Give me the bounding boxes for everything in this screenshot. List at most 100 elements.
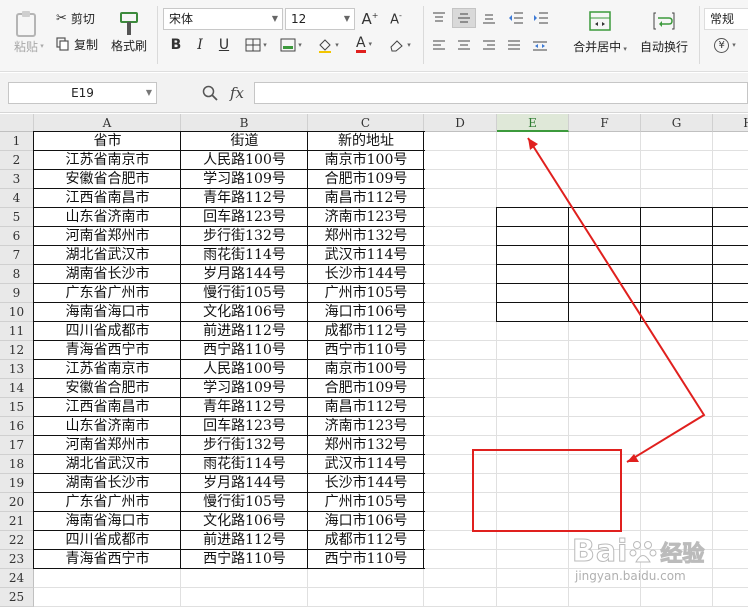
name-box[interactable]: E19 ▼: [8, 82, 157, 104]
empty-cell[interactable]: [641, 284, 712, 303]
empty-cell[interactable]: [497, 265, 568, 284]
column-header-g[interactable]: G: [641, 114, 713, 132]
empty-cell[interactable]: [641, 208, 712, 227]
table-cell[interactable]: 郑州市132号: [308, 227, 424, 246]
table-cell[interactable]: 河南省郑州市: [34, 227, 181, 246]
row-header[interactable]: 5: [0, 208, 34, 227]
table-header-cell[interactable]: 新的地址: [308, 132, 424, 151]
empty-cell[interactable]: [641, 265, 712, 284]
table-cell[interactable]: 江苏省南京市: [34, 360, 181, 379]
format-painter-button[interactable]: 格式刷: [108, 6, 150, 58]
table-cell[interactable]: 慢行街105号: [181, 284, 308, 303]
row-header[interactable]: 9: [0, 284, 34, 303]
column-header-d[interactable]: D: [424, 114, 497, 132]
table-cell[interactable]: 广州市105号: [308, 284, 424, 303]
select-all-corner[interactable]: [0, 114, 34, 132]
table-cell[interactable]: 文化路106号: [181, 303, 308, 322]
empty-cell[interactable]: [569, 208, 640, 227]
zoom-lookup-button[interactable]: [201, 83, 219, 103]
empty-cell[interactable]: [713, 265, 748, 284]
table-cell[interactable]: 学习路109号: [181, 379, 308, 398]
row-header[interactable]: 13: [0, 360, 34, 379]
table-cell[interactable]: 回车路123号: [181, 208, 308, 227]
table-cell[interactable]: 武汉市114号: [308, 246, 424, 265]
table-cell[interactable]: 江苏省南京市: [34, 151, 181, 170]
font-name-select[interactable]: 宋体 ▼: [163, 8, 283, 30]
table-cell[interactable]: 安徽省合肥市: [34, 379, 181, 398]
align-bottom-button[interactable]: [480, 10, 498, 26]
underline-button[interactable]: U: [215, 36, 233, 54]
table-cell[interactable]: 湖南省长沙市: [34, 474, 181, 493]
empty-cell[interactable]: [497, 208, 568, 227]
increase-font-button[interactable]: A+: [360, 8, 380, 30]
row-header[interactable]: 16: [0, 417, 34, 436]
empty-cell[interactable]: [497, 284, 568, 303]
row-header[interactable]: 11: [0, 322, 34, 341]
table-cell[interactable]: 海口市106号: [308, 512, 424, 531]
empty-cell[interactable]: [497, 303, 568, 322]
table-cell[interactable]: 南昌市112号: [308, 398, 424, 417]
table-cell[interactable]: 济南市123号: [308, 208, 424, 227]
table-cell[interactable]: 青海省西宁市: [34, 550, 181, 569]
font-color-button[interactable]: A ▾: [349, 34, 379, 54]
fill-color-button[interactable]: ▾: [313, 36, 343, 54]
empty-cell[interactable]: [713, 208, 748, 227]
table-cell[interactable]: 广州市105号: [308, 493, 424, 512]
table-cell[interactable]: 青年路112号: [181, 189, 308, 208]
table-cell[interactable]: 西宁市110号: [308, 341, 424, 360]
column-header-f[interactable]: F: [569, 114, 641, 132]
empty-cell[interactable]: [641, 246, 712, 265]
table-cell[interactable]: 岁月路144号: [181, 474, 308, 493]
row-header[interactable]: 23: [0, 550, 34, 569]
table-cell[interactable]: 青年路112号: [181, 398, 308, 417]
table-cell[interactable]: 长沙市144号: [308, 265, 424, 284]
align-top-button[interactable]: [430, 10, 448, 26]
row-header[interactable]: 14: [0, 379, 34, 398]
row-header[interactable]: 21: [0, 512, 34, 531]
empty-cell[interactable]: [569, 284, 640, 303]
table-cell[interactable]: 人民路100号: [181, 151, 308, 170]
table-header-cell[interactable]: 省市: [34, 132, 181, 151]
table-cell[interactable]: 江西省南昌市: [34, 398, 181, 417]
row-header[interactable]: 2: [0, 151, 34, 170]
row-header[interactable]: 25: [0, 588, 34, 607]
row-header[interactable]: 10: [0, 303, 34, 322]
table-cell[interactable]: 长沙市144号: [308, 474, 424, 493]
table-cell[interactable]: 西宁市110号: [308, 550, 424, 569]
table-cell[interactable]: 前进路112号: [181, 322, 308, 341]
align-middle-button[interactable]: [452, 8, 476, 28]
table-cell[interactable]: 湖北省武汉市: [34, 246, 181, 265]
table-cell[interactable]: 回车路123号: [181, 417, 308, 436]
table-cell[interactable]: 南京市100号: [308, 151, 424, 170]
table-cell[interactable]: 南京市100号: [308, 360, 424, 379]
table-cell[interactable]: 湖南省长沙市: [34, 265, 181, 284]
row-header[interactable]: 3: [0, 170, 34, 189]
align-right-button[interactable]: [480, 38, 498, 54]
spreadsheet-grid[interactable]: ABCDEFGH12345678910111213141516171819202…: [0, 114, 748, 608]
empty-cell[interactable]: [713, 246, 748, 265]
empty-cell[interactable]: [641, 227, 712, 246]
column-header-a[interactable]: A: [34, 114, 181, 132]
table-cell[interactable]: 步行街132号: [181, 436, 308, 455]
table-cell[interactable]: 前进路112号: [181, 531, 308, 550]
table-cell[interactable]: 西宁路110号: [181, 341, 308, 360]
formula-input[interactable]: [254, 82, 748, 104]
align-left-button[interactable]: [430, 38, 448, 54]
row-header[interactable]: 8: [0, 265, 34, 284]
row-header[interactable]: 6: [0, 227, 34, 246]
table-cell[interactable]: 西宁路110号: [181, 550, 308, 569]
table-cell[interactable]: 海南省海口市: [34, 303, 181, 322]
empty-cell[interactable]: [569, 303, 640, 322]
table-cell[interactable]: 湖北省武汉市: [34, 455, 181, 474]
row-header[interactable]: 20: [0, 493, 34, 512]
empty-cell[interactable]: [497, 246, 568, 265]
table-cell[interactable]: 合肥市109号: [308, 170, 424, 189]
column-header-h[interactable]: H: [713, 114, 748, 132]
column-header-b[interactable]: B: [181, 114, 308, 132]
row-header[interactable]: 7: [0, 246, 34, 265]
row-header[interactable]: 15: [0, 398, 34, 417]
table-cell[interactable]: 合肥市109号: [308, 379, 424, 398]
table-cell[interactable]: 山东省济南市: [34, 208, 181, 227]
cell-style-button[interactable]: ▾: [276, 36, 306, 54]
borders-button[interactable]: ▾: [242, 36, 270, 54]
